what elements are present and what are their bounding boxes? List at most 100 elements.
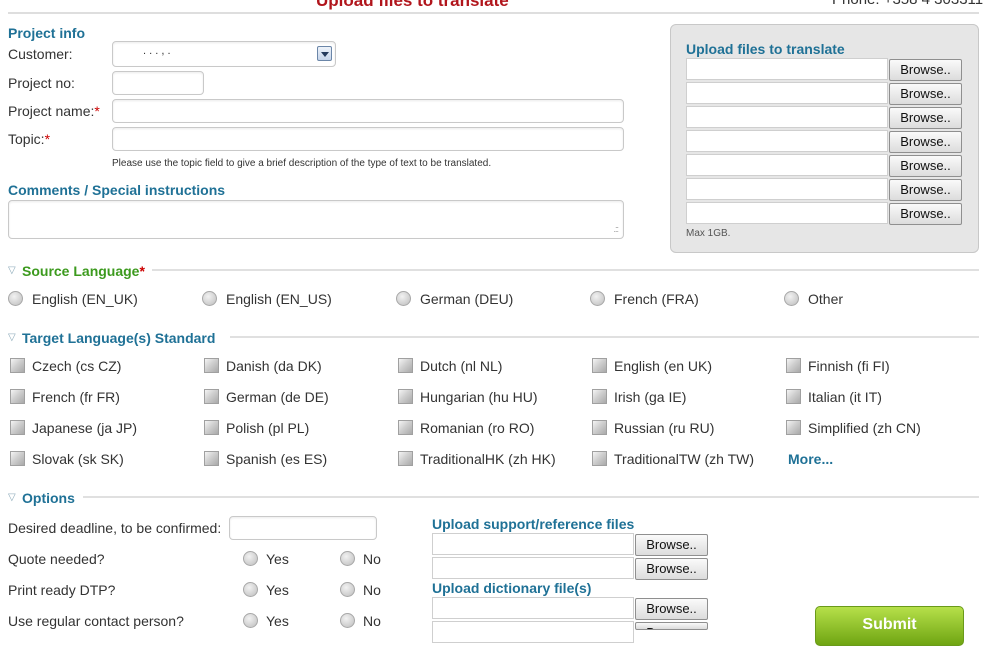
checkbox[interactable] bbox=[592, 358, 607, 373]
radio-button[interactable] bbox=[243, 551, 258, 566]
target-languages-legend: ▽ Target Language(s) Standard bbox=[8, 330, 979, 350]
upload-files-title: Upload files to translate bbox=[686, 41, 845, 57]
support-file-field[interactable] bbox=[432, 533, 634, 555]
radio-button[interactable] bbox=[340, 551, 355, 566]
dictionary-file-field[interactable] bbox=[432, 597, 634, 619]
radio-button[interactable] bbox=[202, 291, 217, 306]
browse-button[interactable]: Browse.. bbox=[635, 598, 708, 620]
upload-file-field[interactable] bbox=[686, 130, 888, 152]
checkbox[interactable] bbox=[204, 420, 219, 435]
browse-button[interactable]: Browse.. bbox=[635, 534, 708, 556]
project-info-title: Project info bbox=[8, 25, 86, 41]
resize-grip-icon[interactable]: .:: bbox=[613, 224, 618, 234]
target-option-label: Irish (ga IE) bbox=[614, 389, 687, 405]
target-option-label: Hungarian (hu HU) bbox=[420, 389, 538, 405]
checkbox[interactable] bbox=[10, 451, 25, 466]
browse-button[interactable]: Browse.. bbox=[889, 83, 962, 105]
target-option-label: TraditionalHK (zh HK) bbox=[420, 451, 556, 467]
checkbox[interactable] bbox=[592, 451, 607, 466]
chevron-down-icon[interactable] bbox=[317, 46, 332, 61]
upload-file-field[interactable] bbox=[686, 154, 888, 176]
source-option-label: English (EN_UK) bbox=[32, 291, 138, 307]
deadline-label: Desired deadline, to be confirmed: bbox=[8, 520, 222, 536]
yes-label: Yes bbox=[266, 551, 289, 567]
browse-button[interactable]: Browse.. bbox=[889, 59, 962, 81]
yes-label: Yes bbox=[266, 582, 289, 598]
no-label: No bbox=[363, 613, 381, 629]
radio-button[interactable] bbox=[784, 291, 799, 306]
radio-button[interactable] bbox=[340, 582, 355, 597]
browse-button[interactable]: Browse.. bbox=[889, 131, 962, 153]
target-option-label: Simplified (zh CN) bbox=[808, 420, 921, 436]
target-languages-title: Target Language(s) Standard bbox=[22, 330, 216, 346]
radio-button[interactable] bbox=[396, 291, 411, 306]
more-languages-link[interactable]: More... bbox=[788, 451, 833, 467]
target-option-label: TraditionalTW (zh TW) bbox=[614, 451, 755, 467]
checkbox[interactable] bbox=[592, 420, 607, 435]
checkbox[interactable] bbox=[398, 420, 413, 435]
submit-button[interactable]: Submit bbox=[815, 606, 964, 646]
topic-hint: Please use the topic field to give a bri… bbox=[112, 158, 492, 169]
checkbox[interactable] bbox=[398, 358, 413, 373]
checkbox[interactable] bbox=[786, 420, 801, 435]
checkbox[interactable] bbox=[204, 389, 219, 404]
dictionary-file-field[interactable] bbox=[432, 621, 634, 643]
topic-label: Topic:* bbox=[8, 131, 51, 147]
browse-button[interactable]: Browse.. bbox=[889, 179, 962, 201]
checkbox[interactable] bbox=[10, 389, 25, 404]
source-option-label: French (FRA) bbox=[614, 291, 699, 307]
collapse-triangle-icon[interactable]: ▽ bbox=[8, 332, 16, 343]
max-size-note: Max 1GB. bbox=[686, 228, 731, 239]
radio-button[interactable] bbox=[243, 582, 258, 597]
upload-file-field[interactable] bbox=[686, 202, 888, 224]
required-mark: * bbox=[44, 131, 51, 147]
radio-button[interactable] bbox=[590, 291, 605, 306]
radio-button[interactable] bbox=[8, 291, 23, 306]
upload-file-field[interactable] bbox=[686, 178, 888, 200]
browse-button[interactable]: Browse.. bbox=[889, 107, 962, 129]
collapse-triangle-icon[interactable]: ▽ bbox=[8, 265, 16, 276]
upload-file-field[interactable] bbox=[686, 58, 888, 80]
checkbox[interactable] bbox=[10, 358, 25, 373]
upload-files-panel: Upload files to translate Browse.. Brows… bbox=[670, 24, 979, 253]
no-label: No bbox=[363, 551, 381, 567]
collapse-triangle-icon[interactable]: ▽ bbox=[8, 492, 16, 503]
target-option-label: Czech (cs CZ) bbox=[32, 358, 122, 374]
comments-title: Comments / Special instructions bbox=[8, 182, 226, 198]
customer-select[interactable]: . . . , . bbox=[112, 41, 336, 67]
topic-input[interactable] bbox=[112, 127, 624, 151]
target-option-label: Polish (pl PL) bbox=[226, 420, 310, 436]
upload-file-field[interactable] bbox=[686, 106, 888, 128]
target-option-label: German (de DE) bbox=[226, 389, 329, 405]
radio-button[interactable] bbox=[243, 613, 258, 628]
browse-button[interactable]: Browse.. bbox=[635, 622, 708, 630]
page-title: Upload files to translate bbox=[316, 0, 509, 10]
project-name-input[interactable] bbox=[112, 99, 624, 123]
checkbox[interactable] bbox=[204, 451, 219, 466]
checkbox[interactable] bbox=[786, 389, 801, 404]
checkbox[interactable] bbox=[10, 420, 25, 435]
checkbox[interactable] bbox=[398, 451, 413, 466]
target-option-label: Japanese (ja JP) bbox=[32, 420, 138, 436]
target-option-label: Danish (da DK) bbox=[226, 358, 322, 374]
checkbox[interactable] bbox=[398, 389, 413, 404]
browse-button[interactable]: Browse.. bbox=[889, 155, 962, 177]
deadline-input[interactable] bbox=[229, 516, 377, 540]
radio-button[interactable] bbox=[340, 613, 355, 628]
checkbox[interactable] bbox=[204, 358, 219, 373]
target-option-label: Italian (it IT) bbox=[808, 389, 882, 405]
checkbox[interactable] bbox=[592, 389, 607, 404]
support-file-field[interactable] bbox=[432, 557, 634, 579]
project-no-input[interactable] bbox=[112, 71, 204, 95]
target-option-label: Slovak (sk SK) bbox=[32, 451, 124, 467]
yes-label: Yes bbox=[266, 613, 289, 629]
no-label: No bbox=[363, 582, 381, 598]
upload-file-field[interactable] bbox=[686, 82, 888, 104]
checkbox[interactable] bbox=[786, 358, 801, 373]
browse-button[interactable]: Browse.. bbox=[635, 558, 708, 580]
comments-textarea[interactable]: .:: bbox=[8, 200, 624, 239]
required-mark: * bbox=[94, 103, 100, 119]
dictionary-files-title: Upload dictionary file(s) bbox=[432, 580, 592, 596]
browse-button[interactable]: Browse.. bbox=[889, 203, 962, 225]
source-language-legend: ▽ Source Language* bbox=[8, 263, 979, 283]
